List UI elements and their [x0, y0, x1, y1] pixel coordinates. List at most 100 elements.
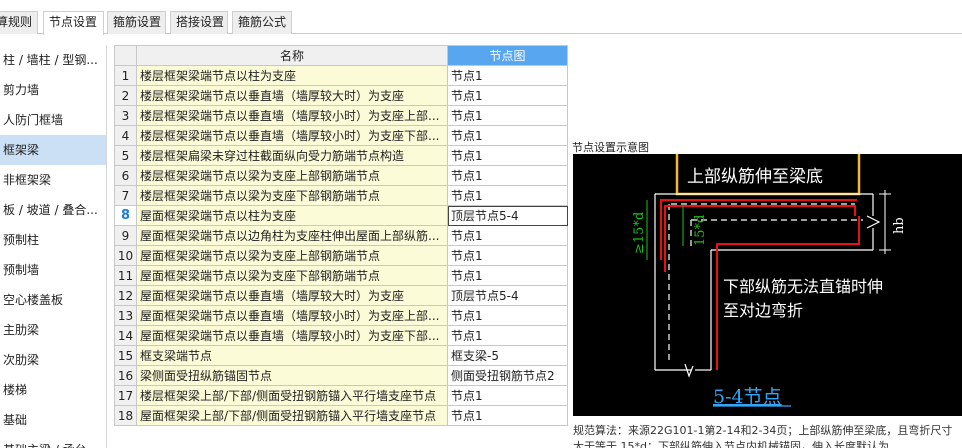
category-item[interactable]: 柱 / 墙柱 / 型钢... [0, 45, 106, 75]
settings-tab-bar: 算规则 节点设置 箍筋设置 搭接设置 箍筋公式 [0, 0, 962, 35]
table-row[interactable]: 7 楼层框架梁端节点以梁为支座下部钢筋端节点 节点1 [114, 185, 568, 206]
table-row[interactable]: 16 梁侧面受扭纵筋锚固节点 侧面受扭钢筋节点2 [114, 365, 568, 386]
category-item[interactable]: 空心楼盖板 [0, 285, 106, 315]
category-item[interactable]: 预制柱 [0, 225, 106, 255]
node-value-cell[interactable]: 节点1 [447, 125, 568, 146]
node-value-cell[interactable]: 节点1 [447, 245, 568, 266]
node-name-cell: 屋面框架梁端节点以垂直墙（墙厚较小时）为支座上部... [136, 305, 448, 326]
row-number-cell: 18 [114, 405, 137, 426]
node-name-cell: 楼层框架梁端节点以梁为支座下部钢筋端节点 [136, 185, 448, 206]
category-item[interactable]: 剪力墙 [0, 75, 106, 105]
row-number-cell: 1 [114, 65, 137, 86]
row-number-cell: 10 [114, 245, 137, 266]
node-name-cell: 框支梁端节点 [136, 345, 448, 366]
node-name-cell: 楼层框架梁上部/下部/侧面受扭钢筋锚入平行墙支座节点 [136, 385, 448, 406]
node-name-link[interactable]: 5-4节点 [713, 386, 782, 408]
node-value-cell[interactable]: 节点1 [447, 325, 568, 346]
node-name-cell: 楼层框架梁端节点以梁为支座上部钢筋端节点 [136, 165, 448, 186]
node-value-cell[interactable]: 节点1 [447, 85, 568, 106]
node-value-cell[interactable]: 节点1 [447, 185, 568, 206]
node-value-cell[interactable]: 节点1 [447, 165, 568, 186]
node-name-cell: 楼层框架扁梁未穿过柱截面纵向受力筋端节点构造 [136, 145, 448, 166]
rule-description: 规范算法：来源22G101-1第2-14和2-34页；上部纵筋伸至梁底，且弯折尺… [573, 424, 953, 448]
node-value-cell[interactable]: 侧面受扭钢筋节点2 [447, 365, 568, 386]
node-diagram: 上部纵筋伸至梁底 ≥15*d 15*d hb 下部纵筋无法直锚时伸 至对边弯折 … [573, 145, 962, 416]
table-row[interactable]: 18 屋面框架梁上部/下部/侧面受扭钢筋锚入平行墙支座节点 节点1 [114, 405, 568, 426]
node-name-cell: 楼层框架梁端节点以垂直墙（墙厚较小时）为支座下部... [136, 125, 448, 146]
category-item[interactable]: 基础 [0, 405, 106, 435]
row-number-cell: 13 [114, 305, 137, 326]
table-row[interactable]: 17 楼层框架梁上部/下部/侧面受扭钢筋锚入平行墙支座节点 节点1 [114, 385, 568, 406]
row-number-cell: 5 [114, 145, 137, 166]
table-row[interactable]: 4 楼层框架梁端节点以垂直墙（墙厚较小时）为支座下部... 节点1 [114, 125, 568, 146]
tab-stirrup-settings[interactable]: 箍筋设置 [107, 11, 166, 34]
category-item-selected[interactable]: 框架梁 [0, 135, 106, 165]
table-row[interactable]: 14 屋面框架梁端节点以垂直墙（墙厚较小时）为支座下部... 节点1 [114, 325, 568, 346]
row-number-cell: 8 [114, 205, 137, 226]
row-number-cell: 17 [114, 385, 137, 406]
node-value-cell[interactable]: 节点1 [447, 305, 568, 326]
table-row[interactable]: 10 屋面框架梁端节点以梁为支座上部钢筋端节点 节点1 [114, 245, 568, 266]
row-number-cell: 2 [114, 85, 137, 106]
node-name-cell: 屋面框架梁上部/下部/侧面受扭钢筋锚入平行墙支座节点 [136, 405, 448, 426]
node-value-cell[interactable]: 节点1 [447, 105, 568, 126]
category-item[interactable]: 人防门框墙 [0, 105, 106, 135]
diagram-panel-title: 节点设置示意图 [572, 141, 649, 154]
table-row[interactable]: 13 屋面框架梁端节点以垂直墙（墙厚较小时）为支座上部... 节点1 [114, 305, 568, 326]
node-diagram-svg: 上部纵筋伸至梁底 ≥15*d 15*d hb 下部纵筋无法直锚时伸 至对边弯折 … [632, 145, 907, 408]
table-row[interactable]: 12 屋面框架梁端节点以垂直墙（墙厚较大时）为支座 顶层节点5-4 [114, 285, 568, 306]
node-value-cell[interactable]: 节点1 [447, 265, 568, 286]
row-number-header [114, 45, 137, 66]
bottom-rebar-label-line2: 至对边弯折 [723, 301, 803, 320]
table-row[interactable]: 9 屋面框架梁端节点以边角柱为支座柱伸出屋面上部纵筋... 节点1 [114, 225, 568, 246]
node-value-cell[interactable]: 顶层节点5-4 [447, 285, 568, 306]
left-anchor-length-label: ≥15*d [632, 212, 647, 254]
beam-height-label: hb [892, 217, 907, 234]
category-item[interactable]: 基础主梁 / 承台... [0, 435, 106, 448]
table-row[interactable]: 6 楼层框架梁端节点以梁为支座上部钢筋端节点 节点1 [114, 165, 568, 186]
category-item[interactable]: 次肋梁 [0, 345, 106, 375]
row-number-cell: 4 [114, 125, 137, 146]
table-row[interactable]: 3 楼层框架梁端节点以垂直墙（墙厚较小时）为支座上部... 节点1 [114, 105, 568, 126]
node-name-cell: 楼层框架梁端节点以垂直墙（墙厚较大时）为支座 [136, 85, 448, 106]
inner-anchor-length-label: 15*d [693, 215, 708, 246]
table-row[interactable]: 5 楼层框架扁梁未穿过柱截面纵向受力筋端节点构造 节点1 [114, 145, 568, 166]
row-number-cell: 14 [114, 325, 137, 346]
tab-lap-settings[interactable]: 搭接设置 [170, 11, 228, 34]
node-value-cell[interactable]: 顶层节点5-4 [447, 205, 568, 226]
tab-node-settings[interactable]: 节点设置 [43, 11, 104, 35]
table-row[interactable]: 1 楼层框架梁端节点以柱为支座 节点1 [114, 65, 568, 86]
node-image-column-header: 节点图 [447, 45, 568, 66]
table-row[interactable]: 15 框支梁端节点 框支梁-5 [114, 345, 568, 366]
category-item[interactable]: 主肋梁 [0, 315, 106, 345]
node-name-cell: 屋面框架梁端节点以梁为支座下部钢筋端节点 [136, 265, 448, 286]
node-name-cell: 屋面框架梁端节点以梁为支座上部钢筋端节点 [136, 245, 448, 266]
node-value-cell[interactable]: 框支梁-5 [447, 345, 568, 366]
category-item[interactable]: 楼梯 [0, 375, 106, 405]
table-header-row: 名称 节点图 [114, 45, 568, 66]
category-item[interactable]: 预制墙 [0, 255, 106, 285]
table-row[interactable]: 11 屋面框架梁端节点以梁为支座下部钢筋端节点 节点1 [114, 265, 568, 286]
tab-calc-rules[interactable]: 算规则 [0, 11, 38, 34]
node-value-cell[interactable]: 节点1 [447, 145, 568, 166]
tab-stirrup-formula[interactable]: 箍筋公式 [232, 11, 292, 34]
table-row[interactable]: 8 屋面框架梁端节点以柱为支座 顶层节点5-4 [114, 205, 568, 226]
node-value-cell[interactable]: 节点1 [447, 65, 568, 86]
node-name-cell: 屋面框架梁端节点以垂直墙（墙厚较小时）为支座下部... [136, 325, 448, 346]
category-item[interactable]: 板 / 坡道 / 叠合... [0, 195, 106, 225]
node-value-cell[interactable]: 节点1 [447, 405, 568, 426]
row-number-cell: 12 [114, 285, 137, 306]
table-body: 1 楼层框架梁端节点以柱为支座 节点1 2 楼层框架梁端节点以垂直墙（墙厚较大时）为支座… [114, 65, 568, 426]
name-column-header: 名称 [136, 45, 448, 66]
node-value-cell[interactable]: 节点1 [447, 385, 568, 406]
node-name-cell: 梁侧面受扭纵筋锚固节点 [136, 365, 448, 386]
hb-dimension [879, 190, 891, 254]
node-value-cell[interactable]: 节点1 [447, 225, 568, 246]
node-name-cell: 楼层框架梁端节点以垂直墙（墙厚较小时）为支座上部... [136, 105, 448, 126]
category-item[interactable]: 非框架梁 [0, 165, 106, 195]
row-number-cell: 6 [114, 165, 137, 186]
row-number-cell: 9 [114, 225, 137, 246]
node-settings-table: 名称 节点图 1 楼层框架梁端节点以柱为支座 节点1 2 楼层框架梁端节点以垂直墙（墙厚… [114, 45, 568, 426]
bottom-rebar-label-line1: 下部纵筋无法直锚时伸 [723, 277, 883, 296]
table-row[interactable]: 2 楼层框架梁端节点以垂直墙（墙厚较大时）为支座 节点1 [114, 85, 568, 106]
